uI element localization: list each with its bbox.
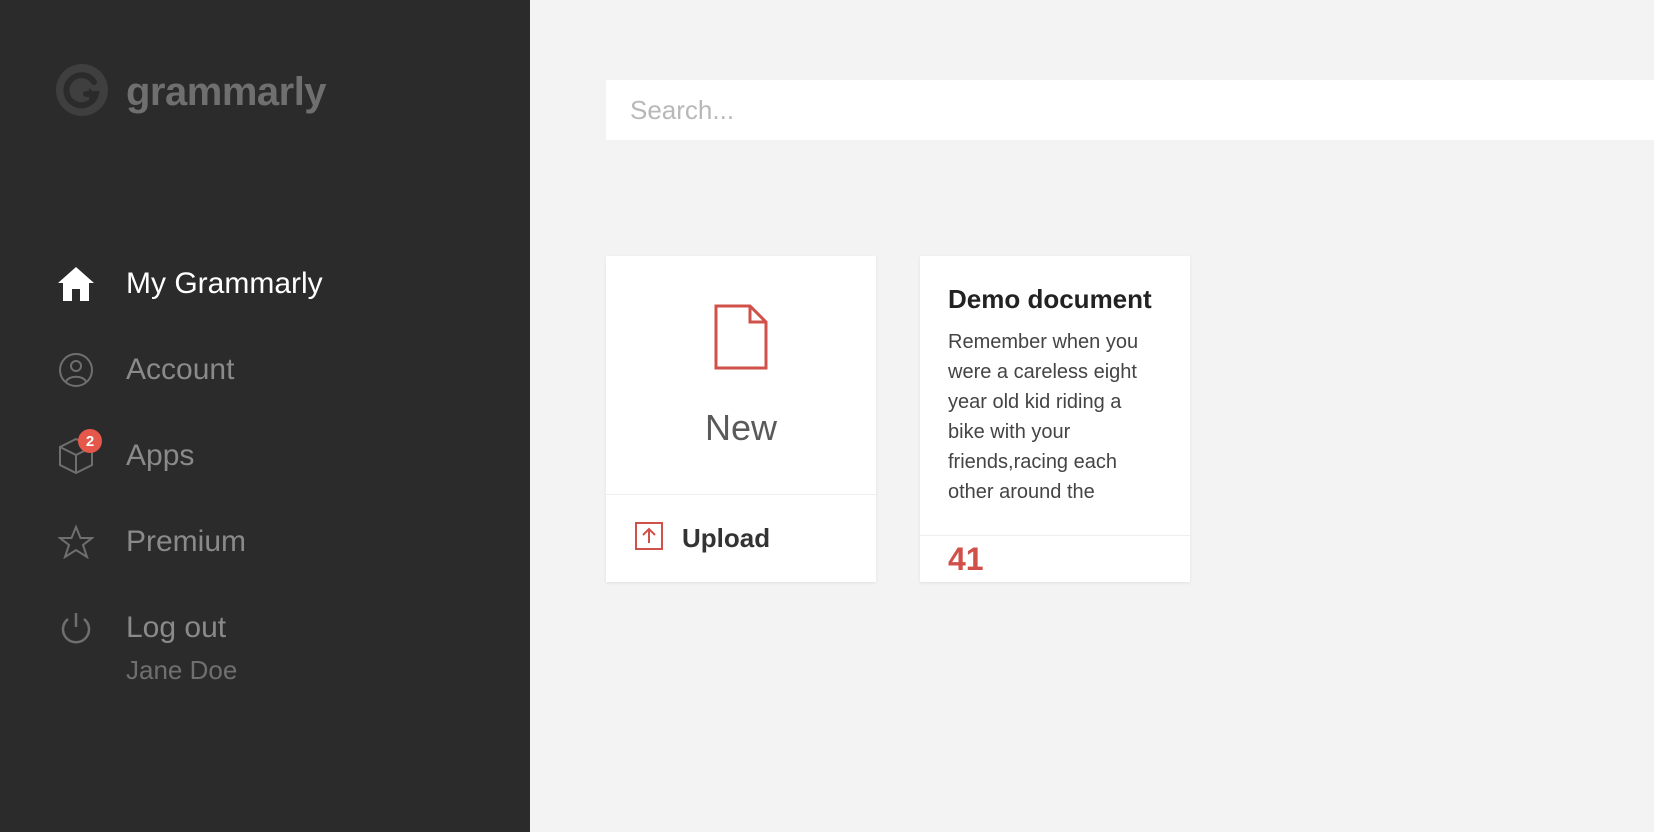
notification-badge: 2 (78, 429, 102, 453)
issue-count: 41 (948, 541, 984, 578)
document-title: Demo document (948, 284, 1162, 315)
sidebar-item-account[interactable]: Account (56, 327, 530, 413)
grammarly-logo-icon (56, 64, 108, 121)
new-file-icon (712, 302, 770, 377)
cube-icon: 2 (56, 437, 96, 475)
upload-icon (634, 521, 664, 556)
user-icon (56, 353, 96, 387)
user-name: Jane Doe (126, 655, 530, 686)
document-grid: New Upload Demo document Remember when y… (606, 256, 1654, 582)
sidebar-item-label: My Grammarly (126, 267, 323, 301)
sidebar-item-label: Apps (126, 439, 194, 473)
upload-button[interactable]: Upload (606, 494, 876, 582)
new-label: New (705, 407, 777, 449)
main-content: New Upload Demo document Remember when y… (530, 0, 1654, 832)
sidebar-item-label: Premium (126, 525, 246, 559)
power-icon (56, 611, 96, 645)
sidebar-item-my-grammarly[interactable]: My Grammarly (56, 241, 530, 327)
new-document-card: New Upload (606, 256, 876, 582)
upload-label: Upload (682, 523, 770, 554)
brand-name: grammarly (126, 70, 326, 115)
home-icon (56, 267, 96, 301)
open-document-button[interactable]: Demo document Remember when you were a c… (920, 256, 1190, 535)
search-input[interactable] (630, 95, 1630, 126)
sidebar: grammarly My Grammarly Account (0, 0, 530, 832)
document-preview: Remember when you were a careless eight … (948, 327, 1162, 507)
star-icon (56, 525, 96, 559)
sidebar-item-label: Account (126, 353, 234, 387)
document-card: Demo document Remember when you were a c… (920, 256, 1190, 582)
document-footer: 41 (920, 535, 1190, 582)
brand-logo: grammarly (56, 64, 530, 121)
sidebar-nav: My Grammarly Account 2 Apps (56, 241, 530, 686)
sidebar-item-apps[interactable]: 2 Apps (56, 413, 530, 499)
search-bar (606, 80, 1654, 140)
new-document-button[interactable]: New (606, 256, 876, 494)
sidebar-item-premium[interactable]: Premium (56, 499, 530, 585)
sidebar-item-label: Log out (126, 611, 226, 645)
